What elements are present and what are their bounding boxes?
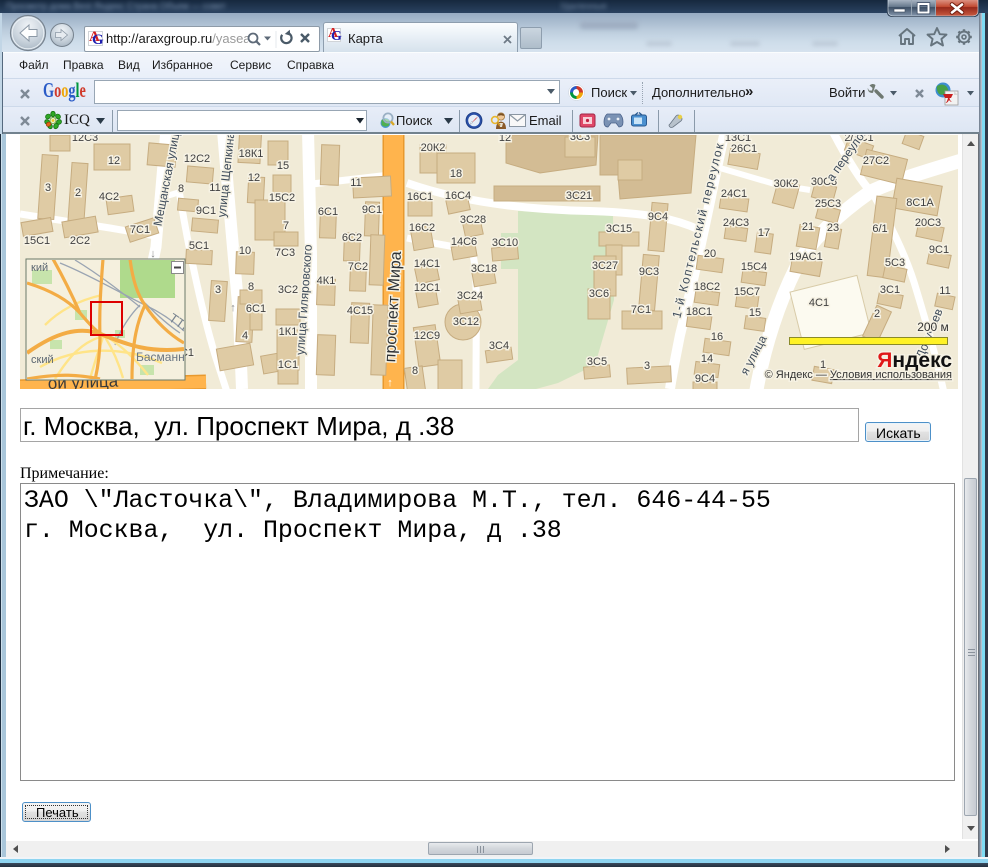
svg-text:1С1: 1С1 (278, 359, 298, 371)
svg-text:3С27: 3С27 (592, 260, 618, 272)
svg-text:↑: ↑ (230, 302, 236, 314)
svg-text:8: 8 (178, 183, 184, 195)
svg-text:кий: кий (31, 262, 48, 274)
svg-text:11: 11 (939, 285, 950, 297)
svg-text:26С1: 26С1 (731, 143, 757, 155)
svg-text:7С1: 7С1 (631, 304, 651, 316)
svg-text:10: 10 (239, 245, 251, 257)
svg-text:3С28: 3С28 (460, 214, 486, 226)
svg-text:18С1: 18С1 (686, 306, 712, 318)
svg-text:2: 2 (874, 308, 880, 320)
svg-text:12С1: 12С1 (414, 282, 440, 294)
svg-text:7С1: 7С1 (130, 224, 150, 236)
svg-text:3С2: 3С2 (278, 284, 298, 296)
svg-text:12: 12 (499, 135, 511, 144)
svg-text:200 м: 200 м (917, 320, 949, 334)
svg-text:3С18: 3С18 (471, 263, 497, 275)
svg-text:3С21: 3С21 (566, 190, 592, 202)
svg-text:19АС1: 19АС1 (789, 251, 822, 263)
svg-text:3С4: 3С4 (489, 340, 509, 352)
svg-text:15С7: 15С7 (734, 286, 760, 298)
svg-text:↑: ↑ (387, 377, 393, 389)
svg-text:9С1: 9С1 (362, 204, 382, 216)
svg-text:20: 20 (704, 248, 716, 260)
svg-text:7: 7 (283, 220, 289, 232)
svg-text:3С1: 3С1 (880, 284, 900, 296)
svg-text:24С1: 24С1 (721, 188, 747, 200)
svg-text:18К1: 18К1 (239, 148, 264, 160)
svg-text:9С1: 9С1 (929, 244, 949, 256)
svg-text:3С12: 3С12 (453, 316, 479, 328)
svg-text:5С1: 5С1 (189, 240, 209, 252)
svg-text:9С3: 9С3 (639, 266, 659, 278)
svg-text:8С1А: 8С1А (906, 197, 934, 209)
svg-text:9С1: 9С1 (196, 205, 216, 217)
svg-text:4: 4 (242, 330, 248, 342)
svg-text:2: 2 (75, 187, 81, 199)
svg-text:20К2: 20К2 (421, 142, 446, 154)
svg-text:6С1: 6С1 (246, 303, 266, 315)
svg-text:9С4: 9С4 (695, 373, 715, 385)
svg-text:16: 16 (711, 331, 723, 343)
svg-text:17: 17 (758, 227, 770, 239)
svg-text:8: 8 (248, 281, 254, 293)
svg-text:6С1: 6С1 (318, 206, 338, 218)
svg-text:23: 23 (827, 222, 839, 234)
svg-text:4С1: 4С1 (809, 297, 829, 309)
svg-text:15С1: 15С1 (24, 235, 50, 247)
svg-text:4С15: 4С15 (347, 305, 373, 317)
svg-text:16С4: 16С4 (445, 190, 471, 202)
svg-text:8: 8 (412, 365, 418, 377)
svg-text:15С4: 15С4 (741, 261, 767, 273)
svg-text:15: 15 (749, 307, 761, 319)
svg-text:18: 18 (450, 168, 462, 180)
svg-text:7С3: 7С3 (275, 247, 295, 259)
svg-text:14С6: 14С6 (451, 236, 477, 248)
svg-text:11: 11 (350, 177, 361, 189)
svg-text:6/1: 6/1 (872, 223, 887, 235)
svg-text:14С1: 14С1 (414, 258, 440, 270)
svg-text:12С3: 12С3 (72, 135, 98, 144)
svg-text:3С10: 3С10 (492, 237, 518, 249)
svg-text:15: 15 (277, 160, 289, 172)
svg-text:15С2: 15С2 (269, 192, 295, 204)
svg-text:5С3: 5С3 (885, 257, 905, 269)
svg-text:25С3: 25С3 (815, 198, 841, 210)
svg-text:16С1: 16С1 (407, 191, 433, 203)
svg-text:12: 12 (248, 172, 260, 184)
svg-text:© Яндекс — Условия использован: © Яндекс — Условия использования (765, 369, 952, 381)
svg-text:14: 14 (701, 353, 713, 365)
svg-text:21: 21 (802, 221, 814, 233)
svg-text:ский: ский (31, 354, 54, 366)
svg-text:12С9: 12С9 (414, 330, 440, 342)
svg-text:4С2: 4С2 (99, 191, 119, 203)
svg-text:3С15: 3С15 (606, 223, 632, 235)
svg-text:3: 3 (644, 360, 650, 372)
svg-text:30К2: 30К2 (774, 178, 799, 190)
svg-text:12: 12 (108, 155, 120, 167)
svg-text:18С2: 18С2 (694, 281, 720, 293)
svg-text:3С6: 3С6 (589, 288, 609, 300)
svg-text:27С2: 27С2 (863, 155, 889, 167)
svg-text:9С4: 9С4 (648, 211, 668, 223)
svg-text:16С2: 16С2 (409, 222, 435, 234)
svg-text:12С2: 12С2 (184, 153, 210, 165)
svg-text:3С5: 3С5 (587, 356, 607, 368)
svg-text:3С3: 3С3 (570, 135, 590, 143)
svg-text:7С2: 7С2 (348, 261, 368, 273)
svg-text:3: 3 (215, 284, 221, 296)
svg-text:3: 3 (45, 182, 51, 194)
svg-text:2С2: 2С2 (70, 235, 90, 247)
svg-text:4К1: 4К1 (317, 275, 336, 287)
svg-text:3С24: 3С24 (457, 290, 483, 302)
svg-text:↓: ↓ (150, 248, 156, 260)
svg-text:24С3: 24С3 (723, 217, 749, 229)
svg-text:6С2: 6С2 (342, 232, 362, 244)
svg-text:20С3: 20С3 (915, 217, 941, 229)
